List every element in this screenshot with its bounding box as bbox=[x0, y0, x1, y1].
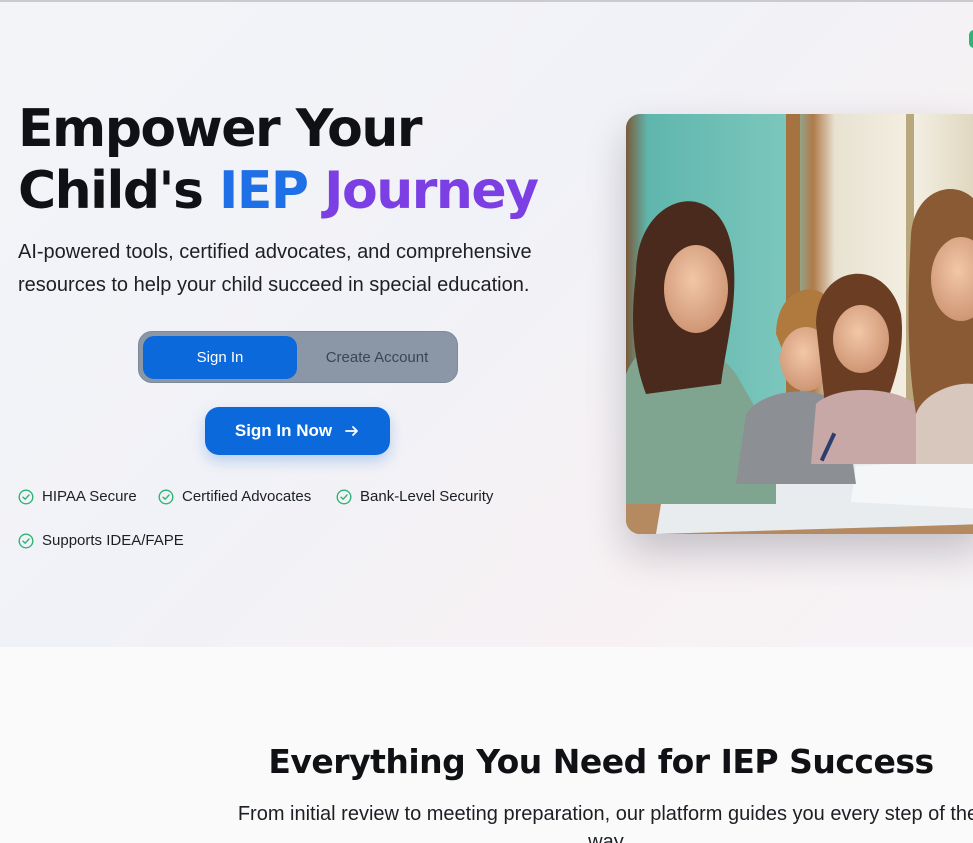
badge-label: HIPAA Secure bbox=[42, 488, 137, 505]
check-circle-icon bbox=[158, 488, 174, 505]
badge-label: Supports IDEA/FAPE bbox=[42, 532, 184, 549]
badge-bank-level-security: Bank-Level Security bbox=[336, 488, 493, 505]
badge-hipaa: HIPAA Secure bbox=[18, 488, 137, 505]
auth-mode-toggle: Sign In Create Account bbox=[138, 331, 458, 383]
sign-in-now-label: Sign In Now bbox=[234, 421, 333, 440]
badge-label: Certified Advocates bbox=[182, 488, 312, 505]
check-circle-icon bbox=[18, 488, 34, 505]
check-circle-icon bbox=[18, 532, 34, 549]
check-circle-icon bbox=[336, 488, 352, 505]
tab-sign-in[interactable]: Sign In bbox=[143, 336, 297, 379]
badge-label: Bank-Level Security bbox=[360, 488, 494, 505]
arrow-right-icon bbox=[345, 426, 359, 436]
features-subtitle: From initial review to meeting preparati… bbox=[237, 803, 973, 843]
headline-highlight-journey: Journey bbox=[324, 161, 539, 221]
hero-photo bbox=[626, 114, 973, 534]
floating-indicator bbox=[969, 30, 973, 48]
hero-headline: Empower Your Child's IEP Journey bbox=[18, 98, 608, 222]
sign-in-now-button[interactable]: Sign In Now bbox=[205, 407, 390, 455]
badge-certified-advocates: Certified Advocates bbox=[158, 488, 311, 505]
headline-highlight-iep: IEP bbox=[219, 161, 309, 221]
hero-subtitle: AI-powered tools, certified advocates, a… bbox=[18, 241, 532, 296]
badge-idea-fape: Supports IDEA/FAPE bbox=[18, 532, 184, 549]
headline-line-2-prefix: Child's bbox=[18, 161, 220, 221]
family-learning-illustration bbox=[626, 114, 973, 534]
features-title: Everything You Need for IEP Success bbox=[268, 742, 934, 781]
tab-create-account[interactable]: Create Account bbox=[299, 336, 455, 379]
headline-line-1: Empower Your bbox=[18, 99, 422, 159]
